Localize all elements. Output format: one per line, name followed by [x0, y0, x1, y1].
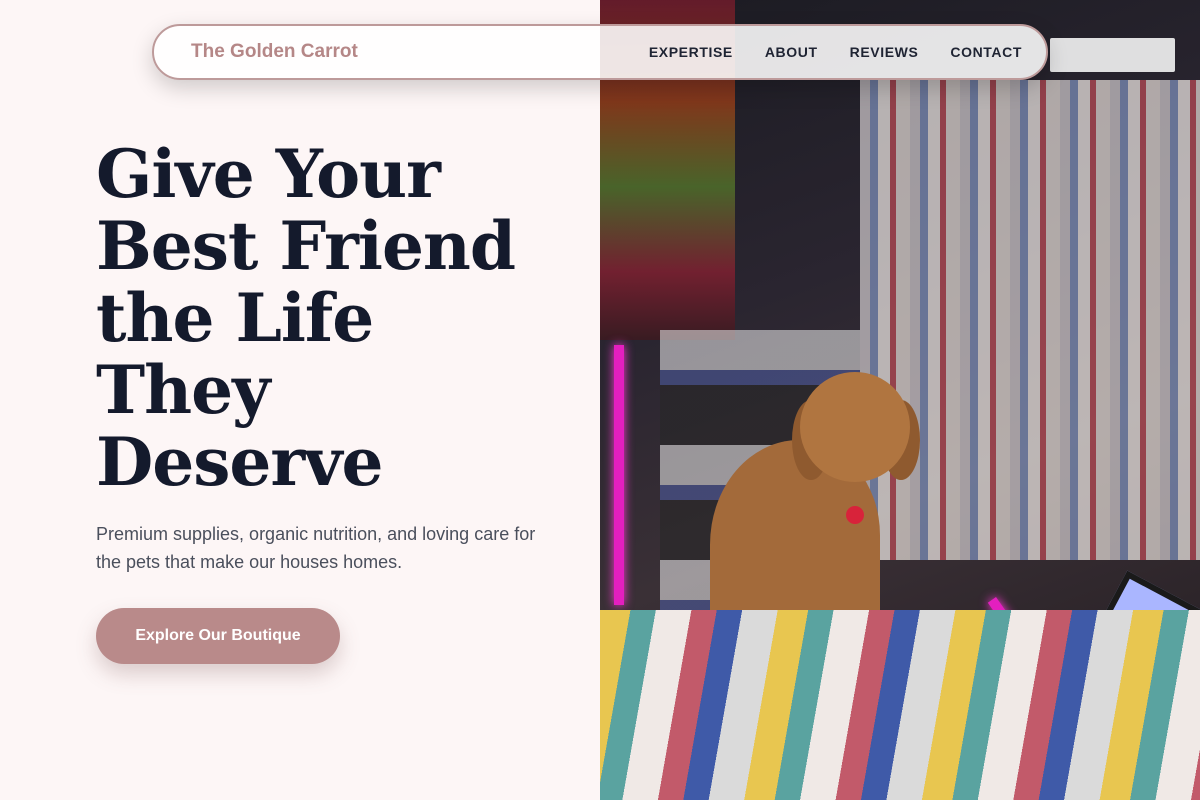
photo-dog-tag	[846, 506, 864, 524]
explore-boutique-button[interactable]: Explore Our Boutique	[96, 608, 340, 664]
brand-logo[interactable]: The Golden Carrot	[191, 41, 358, 63]
hero-headline: Give Your Best Friend the Life They Dese…	[96, 135, 516, 501]
nav-link-about[interactable]: ABOUT	[765, 44, 818, 60]
photo-ceiling-light	[1050, 38, 1175, 72]
hero-photo-dog-in-shop	[600, 0, 1200, 800]
photo-magazine-stack	[600, 610, 1200, 800]
nav-link-expertise[interactable]: EXPERTISE	[649, 44, 733, 60]
top-navigation: The Golden Carrot EXPERTISE ABOUT REVIEW…	[152, 24, 1048, 80]
photo-shelf-rack	[860, 80, 1200, 560]
hero-subtext: Premium supplies, organic nutrition, and…	[96, 524, 536, 572]
photo-neon-strip	[614, 345, 624, 605]
photo-dog-head	[800, 372, 910, 482]
nav-link-reviews[interactable]: REVIEWS	[850, 44, 919, 60]
nav-links: EXPERTISE ABOUT REVIEWS CONTACT	[649, 44, 1022, 60]
nav-link-contact[interactable]: CONTACT	[950, 44, 1022, 60]
